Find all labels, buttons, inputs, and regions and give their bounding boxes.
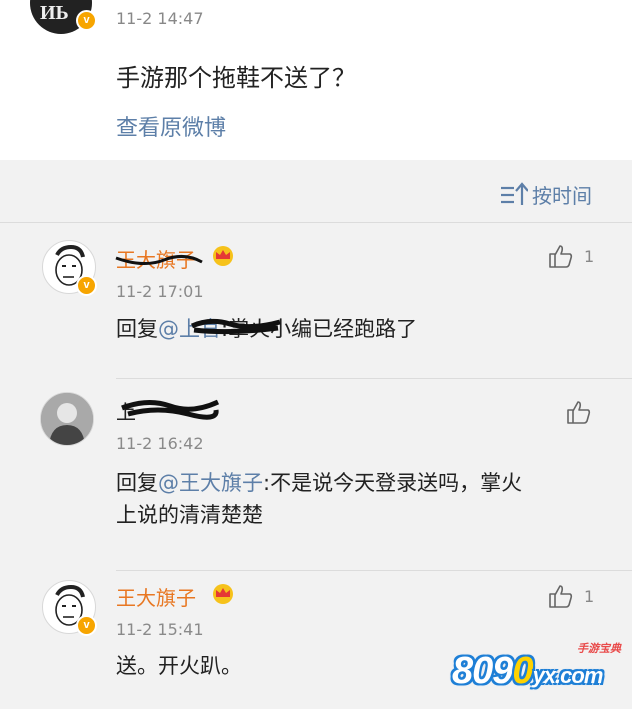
crown-icon (213, 584, 233, 604)
divider (116, 570, 632, 571)
post-timestamp: 11-2 14:47 (116, 9, 204, 28)
reply-prefix: 回复 (116, 471, 158, 495)
watermark-text: 8090yx.com (452, 650, 604, 693)
original-post: ИЬ v 11-2 14:47 手游那个拖鞋不送了？ 查看原微博 (0, 0, 632, 160)
watermark-digit: 0 (472, 650, 493, 692)
commenter-avatar[interactable] (40, 392, 94, 446)
photo-avatar-icon (41, 393, 93, 445)
comment-timestamp: 11-2 16:42 (116, 434, 204, 453)
like-count: 1 (584, 246, 595, 266)
verified-badge-icon: v (76, 615, 97, 636)
divider (116, 378, 632, 379)
sort-by-time-button[interactable]: 按时间 (500, 180, 592, 208)
redaction-scribble (115, 255, 203, 265)
comments-section: 按时间 v 王大旗子 11-2 17:01 回复@上官:掌火小编已经跑路了 1 … (0, 160, 632, 709)
watermark-digit: 9 (492, 650, 513, 692)
reply-prefix: 回复 (116, 317, 158, 341)
sort-label: 按时间 (532, 183, 592, 208)
view-original-link[interactable]: 查看原微博 (116, 110, 226, 142)
sort-icon (501, 182, 528, 205)
redaction-scribble (121, 399, 220, 420)
watermark-digit: 8 (452, 650, 473, 692)
comment-timestamp: 11-2 17:01 (116, 282, 204, 301)
like-button[interactable] (566, 400, 592, 424)
comment-body-line2: 上说的清清楚楚 (116, 503, 263, 527)
comment-timestamp: 11-2 15:41 (116, 620, 204, 639)
comment-body-line1: :不是说今天登录送吗，掌火 (263, 471, 523, 495)
avatar-text: ИЬ (40, 2, 69, 24)
thumbs-up-icon (567, 401, 591, 424)
comment-text: 回复@王大旗子:不是说今天登录送吗，掌火 上说的清清楚楚 (116, 467, 522, 531)
thumbs-up-icon (549, 585, 573, 608)
like-button[interactable]: 1 (548, 584, 594, 608)
comment-text: 送。开火趴。 (116, 654, 242, 678)
divider (0, 222, 632, 223)
like-count: 1 (584, 586, 595, 606)
thumbs-up-icon (549, 245, 573, 268)
like-button[interactable]: 1 (548, 244, 594, 268)
verified-badge-icon: v (76, 10, 97, 31)
commenter-name[interactable]: 王大旗子 (116, 582, 196, 611)
post-text: 手游那个拖鞋不送了？ (116, 64, 356, 92)
watermark-domain: yx.com (532, 663, 604, 688)
site-watermark-logo: 手游宝典 8090yx.com (452, 640, 627, 700)
redaction-scribble (190, 318, 281, 335)
watermark-digit: 0 (512, 650, 533, 692)
mention-link[interactable]: @王大旗子 (158, 471, 263, 495)
crown-icon (213, 246, 233, 266)
verified-badge-icon: v (76, 275, 97, 296)
